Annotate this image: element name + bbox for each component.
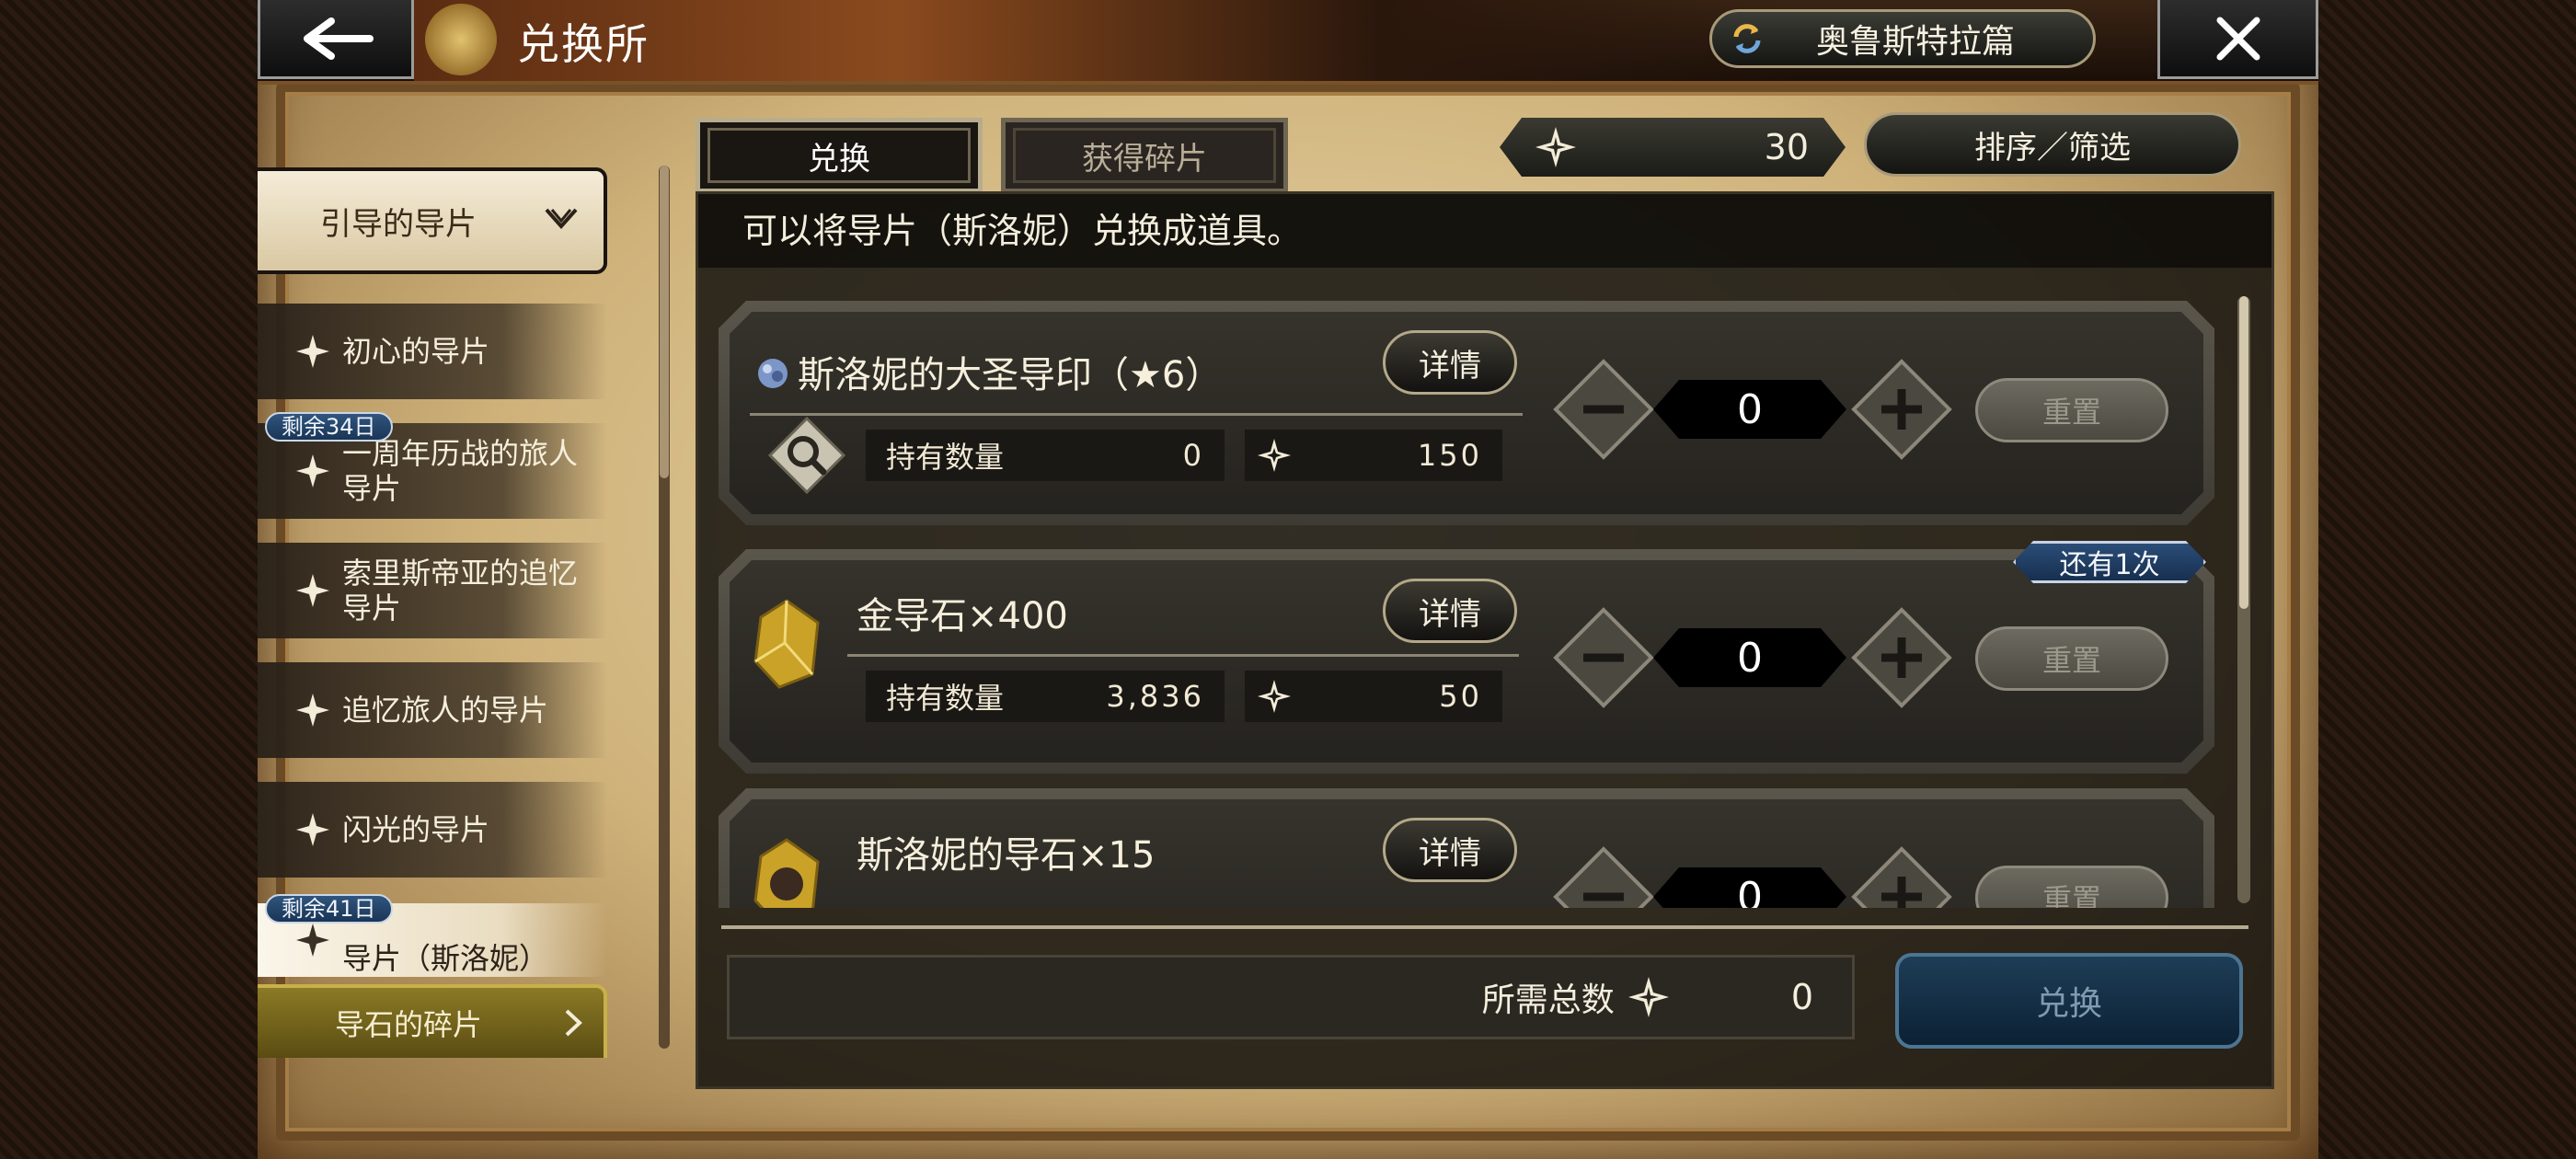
tab-exchange[interactable]: 兑换 <box>696 118 983 193</box>
story-selector-label: 奥鲁斯特拉篇 <box>1815 23 2015 61</box>
plus-button[interactable] <box>1850 606 1953 709</box>
four-point-star-icon <box>296 574 329 607</box>
item-cost: 150 <box>1245 430 1502 481</box>
page-title: 兑换所 <box>517 19 650 69</box>
back-button[interactable] <box>258 0 414 79</box>
tab-get-fragments-label: 获得碎片 <box>1013 128 1276 183</box>
item-divider <box>847 654 1519 657</box>
left-border-pattern <box>0 0 258 1159</box>
total-required-value: 0 <box>1790 977 1813 1017</box>
magnifier-icon[interactable] <box>766 415 847 496</box>
remaining-count-badge: 还有1次 <box>2013 541 2206 583</box>
four-point-star-icon <box>296 813 329 846</box>
sort-filter-button[interactable]: 排序／筛选 <box>1864 112 2241 177</box>
nav-scrollbar[interactable] <box>659 166 670 1049</box>
four-point-star-icon <box>296 454 329 488</box>
detail-button[interactable]: 详情 <box>1383 818 1517 882</box>
four-point-star-icon <box>1627 977 1669 1017</box>
detail-button[interactable]: 详情 <box>1383 579 1517 643</box>
exchange-item-list[interactable]: 斯洛妮的大圣导印（★6） 详情 持有数量 0 150 0 重置 金导石×400 … <box>719 301 2227 908</box>
category-nav: 引导的导片 初心的导片 一周年历战的旅人导片 剩余34日 索里斯帝亚的追忆导片 … <box>258 156 616 1058</box>
plus-button[interactable] <box>1850 358 1953 461</box>
chevron-right-icon <box>565 1009 582 1037</box>
owned-value: 0 <box>1182 438 1204 473</box>
minus-button[interactable] <box>1552 358 1655 461</box>
swap-cycle-icon <box>1733 24 1761 53</box>
gold-stone-icon <box>753 599 820 689</box>
exchange-button[interactable]: 兑换 <box>1895 953 2243 1049</box>
four-point-star-icon <box>296 694 329 727</box>
exchange-description: 可以将导片（斯洛妮）兑换成道具。 <box>698 194 2271 268</box>
nav-item-label: 一周年历战的旅人导片 <box>342 436 579 506</box>
four-point-star-icon <box>296 924 329 957</box>
item-name: 斯洛妮的大圣导印（★6） <box>798 354 1223 396</box>
nav-item-beginner[interactable]: 初心的导片 <box>258 304 607 399</box>
minus-button[interactable] <box>1552 845 1655 908</box>
cost-value: 50 <box>1439 679 1482 714</box>
owned-count: 持有数量 0 <box>866 430 1225 481</box>
nav-item-memory-traveler[interactable]: 追忆旅人的导片 <box>258 662 607 758</box>
four-point-star-icon <box>296 335 329 368</box>
close-icon <box>2216 17 2260 60</box>
chevron-down-icon <box>545 208 578 230</box>
item-list-scrollbar-thumb[interactable] <box>2239 296 2248 609</box>
nav-item-label: 追忆旅人的导片 <box>342 693 549 728</box>
item-name: 金导石×400 <box>857 595 1068 637</box>
item-cost: 50 <box>1245 671 1502 722</box>
nav-item-label: 导片（斯洛妮） <box>342 941 549 976</box>
cost-value: 150 <box>1417 438 1482 473</box>
close-button[interactable] <box>2157 0 2318 79</box>
nav-item-label: 索里斯帝亚的追忆导片 <box>342 556 579 625</box>
tab-get-fragments[interactable]: 获得碎片 <box>1001 118 1288 193</box>
owned-label: 持有数量 <box>886 681 1005 716</box>
nav-fragment-category[interactable]: 导石的碎片 <box>258 984 607 1058</box>
quantity-display: 0 <box>1653 628 1846 687</box>
reset-button[interactable]: 重置 <box>1975 866 2168 908</box>
days-remaining-badge: 剩余34日 <box>265 412 393 442</box>
minus-button[interactable] <box>1552 606 1655 709</box>
category-dropdown-label: 引导的导片 <box>320 205 477 243</box>
owned-label: 持有数量 <box>886 440 1005 475</box>
owned-value: 3,836 <box>1106 679 1204 714</box>
item-list-scrollbar[interactable] <box>2237 296 2250 903</box>
four-point-star-icon <box>1258 680 1291 713</box>
category-dropdown[interactable]: 引导的导片 <box>258 167 607 274</box>
tab-exchange-label: 兑换 <box>707 128 971 183</box>
nav-fragment-label: 导石的碎片 <box>334 1007 482 1042</box>
footer-divider <box>721 925 2248 929</box>
fragment-currency-counter: 30 <box>1500 118 1846 177</box>
exchange-item-card: 斯洛妮的大圣导印（★6） 详情 持有数量 0 150 0 重置 <box>719 301 2214 525</box>
total-required: 所需总数 0 <box>727 955 1855 1039</box>
right-border-pattern <box>2318 0 2576 1159</box>
nav-item-sparkle[interactable]: 闪光的导片 <box>258 782 607 878</box>
four-point-star-icon <box>1258 439 1291 472</box>
quantity-display: 0 <box>1653 867 1846 908</box>
exchange-item-card: 斯洛妮的导石×15 详情 0 重置 <box>719 788 2214 908</box>
total-required-label: 所需总数 <box>1481 981 1615 1019</box>
item-name: 斯洛妮的导石×15 <box>857 834 1156 877</box>
back-arrow-icon <box>304 17 374 60</box>
shop-emblem-icon <box>425 4 497 75</box>
owned-count: 持有数量 3,836 <box>866 671 1225 722</box>
reset-button[interactable]: 重置 <box>1975 626 2168 691</box>
story-selector-button[interactable]: 奥鲁斯特拉篇 <box>1709 9 2096 68</box>
quantity-display: 0 <box>1653 380 1846 439</box>
plus-button[interactable] <box>1850 845 1953 908</box>
seal-gem-icon <box>758 359 788 388</box>
character-stone-icon <box>753 838 820 908</box>
item-divider <box>750 413 1523 416</box>
currency-value: 30 <box>1764 127 1809 167</box>
four-point-star-icon <box>1535 127 1576 167</box>
nav-item-label: 闪光的导片 <box>342 812 490 847</box>
reset-button[interactable]: 重置 <box>1975 378 2168 442</box>
days-remaining-badge: 剩余41日 <box>265 894 393 924</box>
nav-item-label: 初心的导片 <box>342 334 490 369</box>
exchange-item-card: 金导石×400 详情 持有数量 3,836 50 0 重置 <box>719 549 2214 774</box>
detail-button[interactable]: 详情 <box>1383 330 1517 395</box>
nav-item-solistia[interactable]: 索里斯帝亚的追忆导片 <box>258 543 607 638</box>
nav-scrollbar-thumb[interactable] <box>660 166 669 478</box>
